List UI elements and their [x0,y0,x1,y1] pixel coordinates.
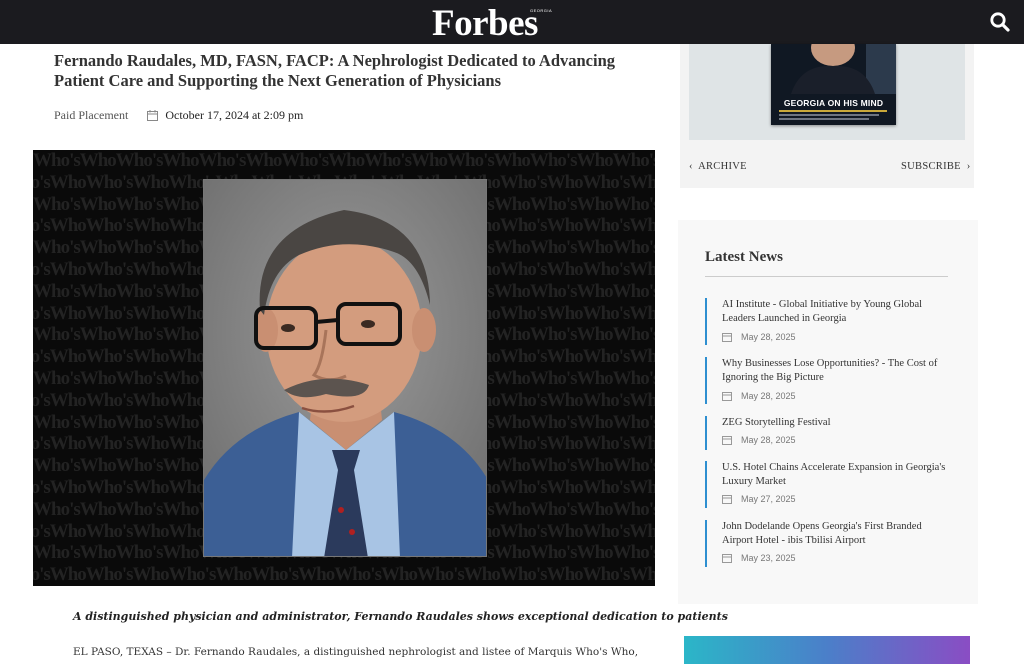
calendar-icon [722,554,732,563]
news-accent-bar [705,416,707,450]
news-date: May 23, 2025 [722,553,796,563]
publish-date: October 17, 2024 at 2:09 pm [165,108,304,122]
news-date: May 28, 2025 [722,332,796,342]
calendar-icon [722,495,732,504]
news-date: May 28, 2025 [722,435,796,445]
article-lead: A distinguished physician and administra… [73,610,728,623]
news-date-text: May 27, 2025 [741,494,796,504]
news-date: May 27, 2025 [722,494,796,504]
hero-image: Who'sWhoWho'sWhoWho'sWhoWho'sWhoWho'sWho… [33,150,655,586]
news-date-text: May 28, 2025 [741,435,796,445]
top-bar: Forbes GEORGIA [0,0,1024,44]
chevron-left-icon: ‹ [689,161,693,172]
forbes-logo[interactable]: Forbes [432,2,538,45]
chevron-right-icon: › [966,161,971,172]
search-icon [990,12,1010,32]
calendar-icon [722,392,732,401]
subscribe-link[interactable]: SUBSCRIBE › [901,161,971,172]
news-title[interactable]: ZEG Storytelling Festival [722,416,947,430]
news-date-text: May 28, 2025 [741,391,796,401]
search-button[interactable] [988,10,1012,34]
news-accent-bar [705,520,707,567]
news-accent-bar [705,461,707,508]
ad-banner[interactable] [684,636,970,664]
paid-placement-label: Paid Placement [54,108,129,122]
subscribe-label: SUBSCRIBE [901,161,961,172]
portrait-photo [203,179,487,557]
news-accent-bar [705,298,707,345]
news-title[interactable]: U.S. Hotel Chains Accelerate Expansion i… [722,461,947,489]
divider [705,276,948,277]
news-date-text: May 23, 2025 [741,553,796,563]
news-accent-bar [705,357,707,404]
article-meta: Paid Placement October 17, 2024 at 2:09 … [54,108,303,123]
news-date: May 28, 2025 [722,391,796,401]
archive-link[interactable]: ‹ ARCHIVE [689,161,747,172]
news-title[interactable]: Why Businesses Lose Opportunities? - The… [722,357,947,385]
article-body: EL PASO, TEXAS – Dr. Fernando Raudales, … [73,646,639,658]
calendar-icon [722,436,732,445]
logo-edition: GEORGIA [530,8,553,13]
archive-label: ARCHIVE [698,161,747,172]
news-title[interactable]: AI Institute - Global Initiative by Youn… [722,298,947,326]
calendar-icon [722,333,732,342]
news-title[interactable]: John Dodelande Opens Georgia's First Bra… [722,520,947,548]
latest-news-heading: Latest News [705,249,783,265]
article-title: Fernando Raudales, MD, FASN, FACP: A Nep… [54,51,616,90]
news-date-text: May 28, 2025 [741,332,796,342]
magazine-cover[interactable]: GEORGIA ON HIS MIND [771,44,896,125]
magazine-cover-title: GEORGIA ON HIS MIND [783,98,884,108]
calendar-icon [147,110,159,121]
